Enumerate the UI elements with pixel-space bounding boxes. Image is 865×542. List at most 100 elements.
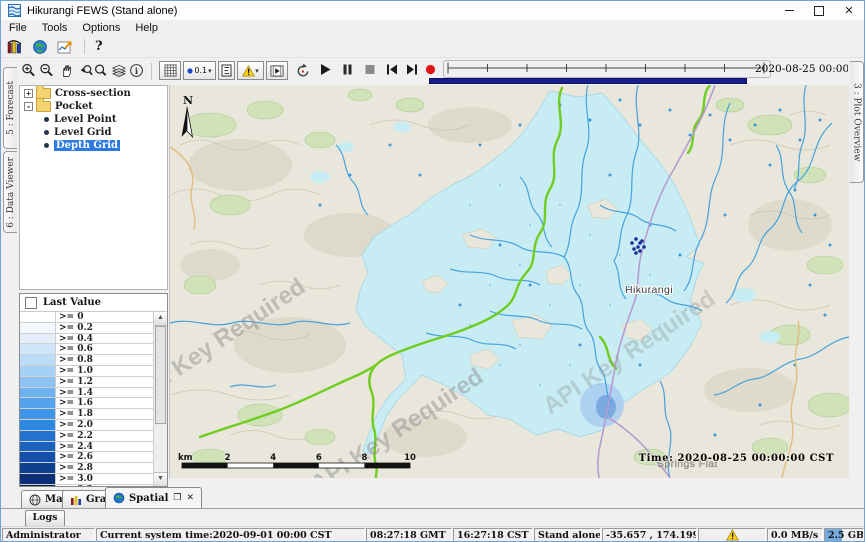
scroll-down-icon[interactable]: ▼: [154, 472, 167, 486]
legend-row[interactable]: >= 2.6: [20, 452, 153, 463]
left-tab-strip: 5 : Forecast 6 : Data Viewer: [1, 58, 19, 488]
legend-row[interactable]: >= 1.6: [20, 398, 153, 409]
spatial-display-icon[interactable]: [32, 39, 48, 55]
animation-export-button[interactable]: [266, 61, 288, 80]
tree-item-level-grid[interactable]: Level Grid: [20, 126, 167, 138]
map-canvas[interactable]: API Key Required API Key Required API Ke…: [169, 85, 848, 478]
status-mode: Stand alone: [534, 528, 601, 542]
status-warning[interactable]: [698, 528, 766, 542]
timeseries-icon[interactable]: [57, 39, 73, 55]
help-icon[interactable]: ?: [95, 39, 103, 54]
tree-item-label: Level Grid: [54, 127, 111, 138]
time-slider-ticks: [444, 61, 768, 75]
legend-row[interactable]: >= 0.4: [20, 334, 153, 345]
legend-row-label: >= 1.2: [56, 377, 153, 387]
layers-icon[interactable]: [111, 62, 127, 79]
legend-row[interactable]: >= 0.8: [20, 355, 153, 366]
tree-item-pocket[interactable]: - Pocket: [20, 100, 167, 112]
svg-text:4: 4: [270, 453, 276, 463]
legend-row-label: >= 0.2: [56, 323, 153, 333]
interval-dropdown[interactable]: 0.1 ▾: [183, 61, 216, 80]
pause-button[interactable]: [341, 62, 354, 77]
legend-row[interactable]: >= 2.2: [20, 431, 153, 442]
close-icon[interactable]: ✕: [834, 1, 864, 20]
status-local-time: 16:27:18 CST: [453, 528, 533, 542]
legend-scrollbar[interactable]: ▲ ▼: [153, 312, 167, 486]
legend-row[interactable]: >= 0: [20, 312, 153, 323]
legend-row[interactable]: >= 3.0: [20, 474, 153, 485]
legend-row[interactable]: >= 2.8: [20, 463, 153, 474]
legend-row[interactable]: >= 0.6: [20, 344, 153, 355]
left-panel: + Cross-section - Pocket Level Point Lev…: [19, 85, 169, 488]
legend-checkbox-label: Last Value: [43, 297, 101, 308]
legend-color-swatch: [20, 366, 56, 376]
logs-button[interactable]: Logs: [25, 510, 65, 527]
svg-text:N: N: [183, 94, 193, 107]
legend-color-swatch: [20, 431, 56, 441]
map-toolbar-separator: [151, 63, 152, 80]
zoom-previous-icon[interactable]: [77, 62, 93, 79]
scroll-up-icon[interactable]: ▲: [154, 312, 167, 326]
tree-item-depth-grid[interactable]: Depth Grid: [20, 139, 167, 151]
maximize-icon[interactable]: [804, 1, 834, 20]
minimize-icon[interactable]: [774, 1, 804, 20]
last-value-checkbox[interactable]: [25, 297, 37, 309]
legend-color-swatch: [20, 312, 56, 322]
menu-tools[interactable]: Tools: [42, 22, 68, 34]
tab-maximize-icon[interactable]: ❐: [173, 493, 181, 503]
pan-hand-icon[interactable]: [59, 62, 74, 79]
grid-display-button[interactable]: [159, 61, 181, 80]
info-icon[interactable]: i: [129, 62, 144, 79]
record-button[interactable]: [425, 64, 436, 75]
legend-row[interactable]: >= 1.2: [20, 377, 153, 388]
legend-header: Last Value: [20, 294, 167, 312]
movie-icon: [270, 65, 284, 77]
zoom-in-icon[interactable]: [21, 62, 36, 79]
menu-file[interactable]: File: [9, 22, 27, 34]
tab-close-icon[interactable]: ✕: [186, 493, 194, 503]
timeline-progressbar[interactable]: [429, 78, 747, 84]
map-svg: API Key Required API Key Required API Ke…: [170, 85, 849, 478]
tree-item-level-point[interactable]: Level Point: [20, 113, 167, 125]
legend-row[interactable]: >= 2.4: [20, 442, 153, 453]
map-time-overlay: Time: 2020-08-25 00:00:00 CST: [639, 453, 834, 464]
legend-row-label: >= 1.4: [56, 388, 153, 398]
map-toolbar: i 0.1 ▾ ▾: [19, 58, 848, 85]
legend-row-label: >= 1.6: [56, 398, 153, 408]
status-system-time: Current system time:2020-09-01 00:00 CST: [96, 528, 365, 542]
warning-icon: [242, 65, 255, 77]
legend-row[interactable]: >= 3.2: [20, 485, 153, 486]
database-icon[interactable]: [7, 39, 23, 55]
legend-row-label: >= 0.4: [56, 334, 153, 344]
time-slider[interactable]: [443, 60, 771, 78]
menu-options[interactable]: Options: [82, 22, 120, 34]
legend-row[interactable]: >= 2.0: [20, 420, 153, 431]
legend-row[interactable]: >= 0.2: [20, 323, 153, 334]
svg-text:6: 6: [316, 453, 322, 463]
step-forward-button[interactable]: [405, 62, 419, 77]
legend-panel: Last Value >= 0>= 0.2>= 0.4>= 0.6>= 0.8>…: [19, 293, 168, 487]
legend-row[interactable]: >= 1.8: [20, 409, 153, 420]
legend-row[interactable]: >= 1.4: [20, 388, 153, 399]
scrollbar-thumb[interactable]: [155, 326, 166, 424]
expander-icon[interactable]: +: [24, 89, 33, 98]
tab-data-viewer[interactable]: 6 : Data Viewer: [3, 151, 17, 233]
tab-plot-overview[interactable]: 3 : Plot Overview: [850, 61, 864, 183]
tab-forecast[interactable]: 5 : Forecast: [3, 67, 17, 149]
stop-button[interactable]: [363, 62, 376, 77]
legend-row[interactable]: >= 1.0: [20, 366, 153, 377]
step-back-button[interactable]: [385, 62, 399, 77]
editor-button[interactable]: [218, 61, 235, 80]
warning-dropdown[interactable]: ▾: [237, 61, 264, 80]
menu-help[interactable]: Help: [135, 22, 158, 34]
zoom-out-icon[interactable]: [39, 62, 54, 79]
svg-text:i: i: [135, 66, 138, 76]
play-button[interactable]: [319, 62, 332, 77]
refresh-rotate-icon[interactable]: [295, 63, 311, 79]
expander-icon[interactable]: -: [24, 102, 33, 111]
zoom-region-icon[interactable]: [93, 62, 109, 79]
bottom-tab-bar: Map Graph Spatial ❐ ✕: [1, 488, 864, 509]
chevron-down-icon: ▾: [255, 67, 259, 75]
globe-wireframe-icon: [29, 494, 41, 506]
tab-spatial[interactable]: Spatial ❐ ✕: [105, 487, 202, 508]
